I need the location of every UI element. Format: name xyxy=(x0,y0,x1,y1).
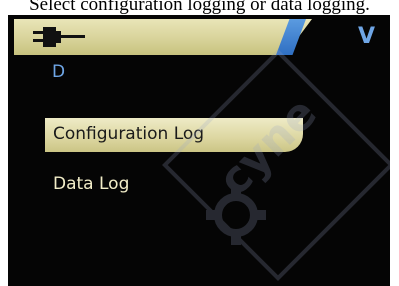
sub-label: D xyxy=(52,62,66,82)
screen-caption: Select configuration logging or data log… xyxy=(29,0,370,15)
connector-plug-icon xyxy=(33,27,85,47)
header-version-letter: V xyxy=(358,24,376,49)
menu-item-label: Data Log xyxy=(53,174,130,194)
menu-item-data-log[interactable]: Data Log xyxy=(45,168,303,202)
device-screen: V D Configuration Log Data Log cyne xyxy=(8,15,390,286)
watermark: cyne xyxy=(162,49,390,281)
menu-item-label: Configuration Log xyxy=(53,124,205,144)
menu-item-configuration-log[interactable]: Configuration Log xyxy=(45,118,303,152)
